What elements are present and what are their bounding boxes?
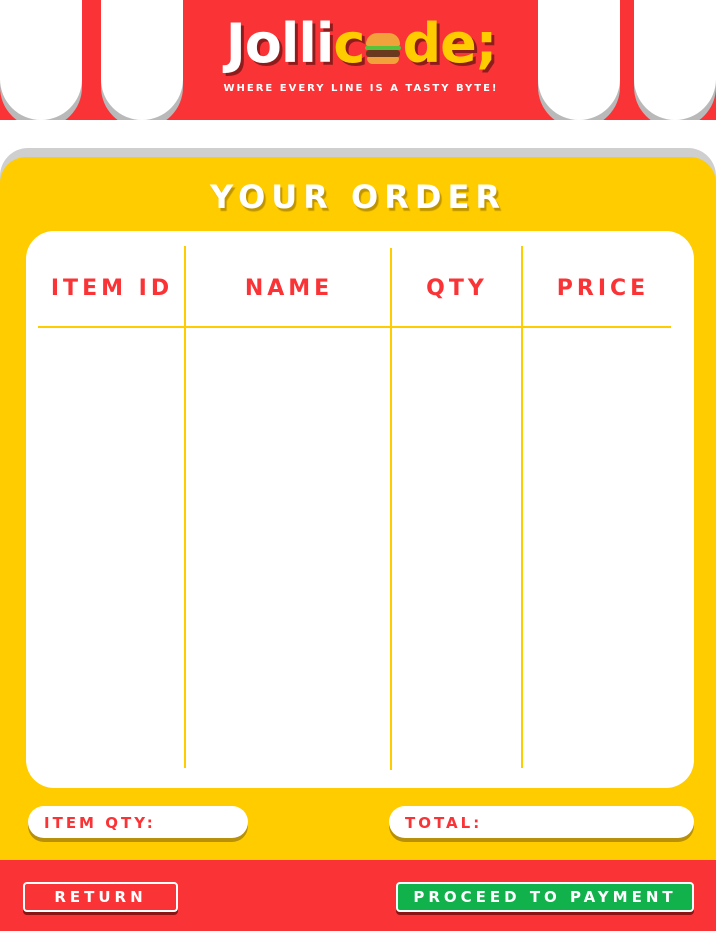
column-header-item-id: ITEM ID: [50, 276, 174, 301]
awning-scallop: [0, 0, 82, 120]
column-header-qty: QTY: [426, 276, 488, 301]
logo-text-part2: c: [333, 12, 365, 75]
tagline: WHERE EVERY LINE IS A TASTY BYTE!: [223, 83, 499, 94]
awning-scallop: [101, 0, 183, 120]
page-title: YOUR ORDER: [210, 178, 506, 216]
total-label: TOTAL:: [405, 814, 483, 832]
proceed-to-payment-button[interactable]: PROCEED TO PAYMENT: [396, 882, 694, 912]
order-table: [26, 231, 694, 788]
item-qty-label: ITEM QTY:: [44, 814, 156, 832]
column-header-price: PRICE: [556, 276, 650, 301]
awning-scallop: [634, 0, 716, 120]
brand-block: Jollic de; WHERE EVERY LINE IS A TASTY BY…: [185, 0, 537, 120]
item-qty-field: ITEM QTY:: [28, 806, 248, 838]
column-header-name: NAME: [244, 276, 334, 301]
column-divider: [184, 246, 186, 768]
header-divider: [38, 326, 671, 328]
header-awning: Jollic de; WHERE EVERY LINE IS A TASTY BY…: [0, 0, 716, 120]
logo-text-part3: de;: [402, 12, 497, 75]
awning-scallop: [538, 0, 620, 120]
burger-icon: [365, 30, 402, 66]
return-button[interactable]: RETURN: [23, 882, 178, 912]
app-logo: Jollic de;: [185, 12, 537, 76]
column-divider: [521, 246, 523, 768]
logo-text-part1: Jolli: [225, 12, 335, 75]
total-field: TOTAL:: [389, 806, 694, 838]
